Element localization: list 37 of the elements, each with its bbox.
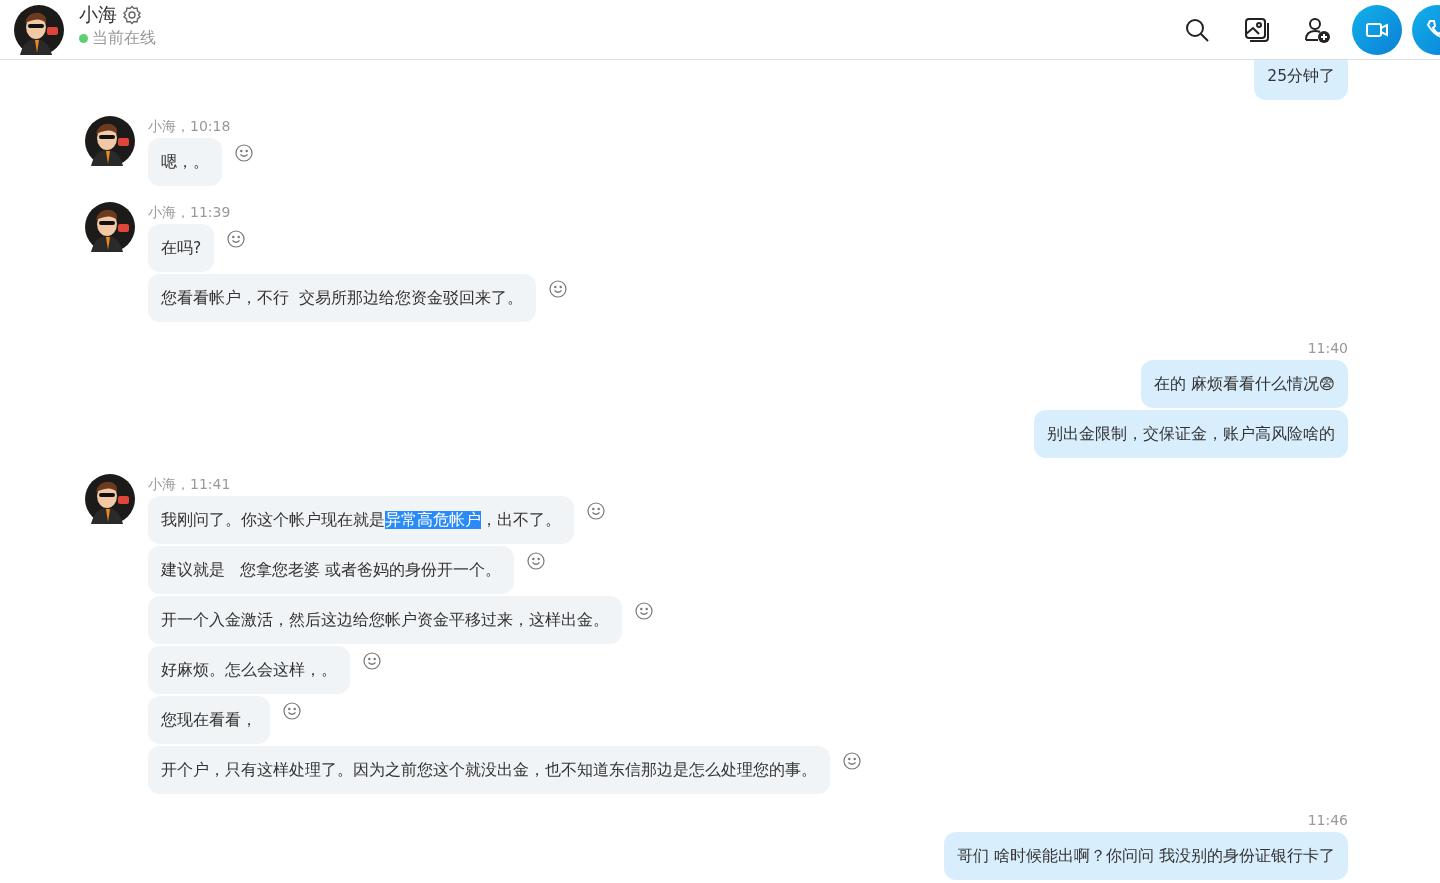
smiley-icon[interactable] (586, 501, 606, 521)
image-icon (1243, 15, 1271, 44)
message-bubble: 在吗? (148, 224, 215, 272)
settings-icon[interactable] (122, 5, 142, 25)
message-bubble: 好麻烦。怎么会这样，。 (148, 646, 350, 694)
sender-time: 小海，11:39 (148, 203, 231, 222)
message-time: 11:40 (1307, 339, 1348, 358)
message-time: 11:46 (1307, 811, 1348, 830)
avatar (85, 474, 135, 524)
sender-time: 小海，10:18 (148, 117, 231, 136)
smiley-icon[interactable] (525, 551, 546, 571)
message-bubble: 在的 麻烦看看什么情况😨 (1140, 360, 1348, 408)
avatar (85, 116, 135, 166)
message-bubble: 哥们 啥时候能出啊？你问问 我没别的身份证银行卡了 (944, 832, 1348, 880)
smiley-icon[interactable] (362, 651, 382, 671)
message-bubble: 开个户，只有这样处理了。因为之前您这个就没出金，也不知道东信那边是怎么处理您的事。 (148, 746, 830, 794)
avatar (14, 4, 64, 55)
sender-time: 小海，11:41 (148, 475, 231, 494)
smiley-icon[interactable] (842, 751, 862, 771)
smiley-icon[interactable] (282, 701, 302, 721)
message-bubble: 别出金限制，交保证金，账户高风险啥的 (1034, 410, 1348, 458)
message-bubble: 25分钟了 (1254, 60, 1348, 100)
smiley-icon[interactable] (234, 143, 254, 163)
smiley-icon[interactable] (547, 279, 568, 299)
status-text: 当前在线 (92, 28, 156, 49)
contact-name: 小海 (79, 2, 117, 27)
message-bubble: 开一个入金激活，然后这边给您帐户资金平移过来，这样出金。 (148, 596, 622, 644)
message-bubble: 嗯，。 (148, 138, 222, 186)
smiley-icon[interactable] (634, 601, 654, 621)
message-bubble: 您看看帐户，不行 交易所那边给您资金驳回来了。 (148, 274, 536, 322)
video-call-button[interactable] (1352, 4, 1402, 55)
avatar (85, 202, 135, 252)
message-bubble: 建议就是 您拿您老婆 或者爸妈的身份开一个。 (148, 546, 514, 594)
smiley-icon[interactable] (226, 229, 247, 249)
message-bubble: 您现在看看， (148, 696, 270, 744)
message-bubble: 我刚问了。你这个帐户现在就是异常高危帐户，出不了。 (148, 496, 574, 544)
add-person-icon (1303, 15, 1331, 44)
